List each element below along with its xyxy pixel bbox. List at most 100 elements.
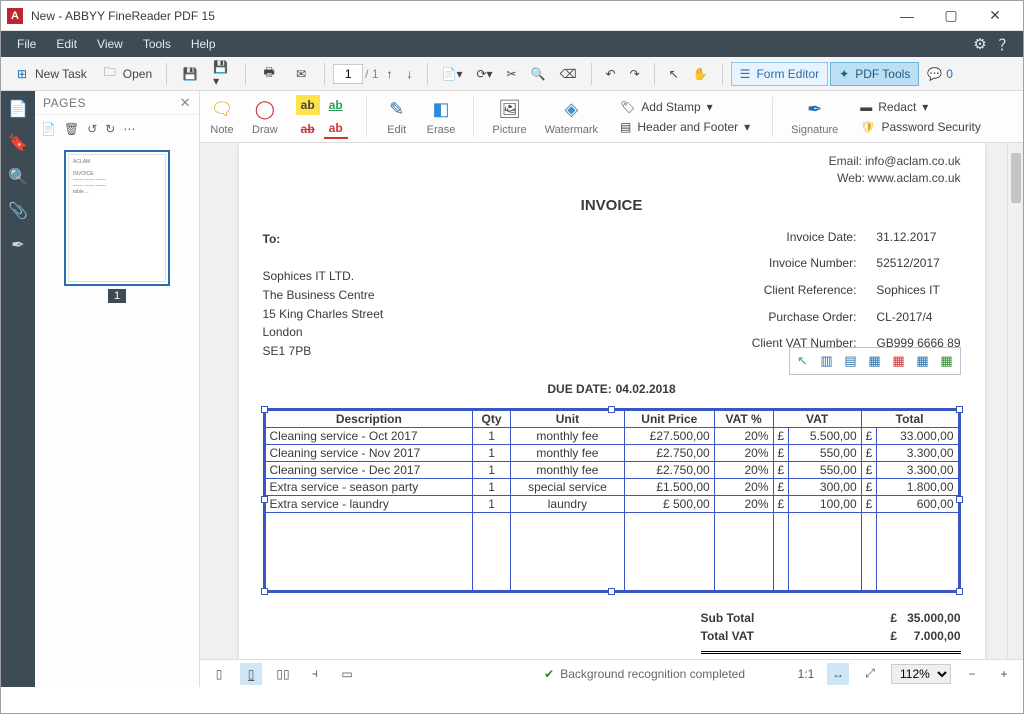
tt-analyze[interactable]: ▦ — [936, 350, 958, 372]
arrow-up-icon: ↑ — [387, 67, 393, 81]
resize-handle[interactable] — [956, 588, 963, 595]
resize-handle[interactable] — [608, 406, 615, 413]
note-tool[interactable]: 🗨 Note — [210, 98, 234, 136]
table-row: Cleaning service - Nov 20171monthly fee£… — [265, 444, 958, 461]
page-add-mini-icon[interactable]: 📄 — [41, 122, 56, 136]
delete-page-button[interactable]: ⌫ — [554, 63, 583, 85]
strikeout-tool[interactable]: ab — [296, 119, 320, 139]
pages-panel-close[interactable]: ✕ — [180, 95, 191, 111]
folder-icon: 🗀 — [101, 65, 119, 83]
zoom-in[interactable]: + — [993, 663, 1015, 685]
redo-button[interactable]: ↷ — [624, 63, 646, 85]
page-down-button[interactable]: ↓ — [401, 63, 419, 85]
window-close-button[interactable]: ✕ — [973, 1, 1017, 31]
zoom-select[interactable]: 112% — [891, 664, 951, 684]
page-x-icon: ⌫ — [560, 67, 577, 81]
actual-size[interactable]: 1:1 — [795, 663, 817, 685]
fit-page[interactable]: ⤢ — [859, 663, 881, 685]
recognize-button[interactable]: 🔍 — [525, 63, 552, 85]
menu-file[interactable]: File — [7, 33, 46, 55]
add-stamp-button[interactable]: 🏷Add Stamp▾ — [616, 98, 754, 116]
new-task-button[interactable]: ⊞ New Task — [7, 61, 93, 87]
picture-tool[interactable]: 🖼 Picture — [492, 98, 526, 136]
zoom-out[interactable]: − — [961, 663, 983, 685]
email-icon: ✉ — [292, 65, 310, 83]
save-as-button[interactable]: 💾▾ — [207, 61, 237, 87]
more-icon[interactable]: ⋯ — [123, 122, 135, 136]
rotate-right-icon[interactable]: ↻ — [105, 122, 115, 136]
underline-tool[interactable]: ab — [324, 95, 348, 115]
view-presentation[interactable]: ▭ — [336, 663, 358, 685]
crop-button[interactable]: ✂ — [501, 63, 523, 85]
page-number-input[interactable] — [333, 64, 363, 84]
window-maximize-button[interactable]: ▢ — [929, 1, 973, 31]
pdf-tools-button[interactable]: ✦ PDF Tools — [830, 62, 919, 86]
chevron-down-icon: ▾ — [922, 100, 928, 114]
resize-handle[interactable] — [261, 406, 268, 413]
page-delete-mini-icon[interactable]: 🗑 — [64, 122, 79, 136]
resize-handle[interactable] — [956, 406, 963, 413]
resize-handle[interactable] — [261, 588, 268, 595]
pages-mini-toolbar: 📄 🗑 ↺ ↻ ⋯ — [35, 115, 199, 143]
hand-tool[interactable]: ✋ — [687, 63, 714, 85]
tt-grid[interactable]: ▦ — [912, 350, 934, 372]
window-minimize-button[interactable]: — — [885, 1, 929, 31]
watermark-tool[interactable]: ◈ Watermark — [545, 98, 598, 136]
erase-tool[interactable]: ◧ Erase — [427, 98, 456, 136]
page-up-button[interactable]: ↑ — [381, 63, 399, 85]
menu-tools[interactable]: Tools — [133, 33, 181, 55]
view-two-page[interactable]: ▯▯ — [272, 663, 294, 685]
insert-text-tool[interactable]: ab — [324, 119, 348, 139]
save-button[interactable]: 💾 — [175, 61, 205, 87]
undo-button[interactable]: ↶ — [600, 63, 622, 85]
pointer-tool[interactable]: ↖ — [663, 63, 685, 85]
add-page-button[interactable]: 📄▾ — [436, 63, 469, 85]
fit-width[interactable]: ↔ — [827, 663, 849, 685]
sidebtn-search[interactable]: 🔍 — [6, 165, 30, 189]
draw-tool[interactable]: ◯ Draw — [252, 98, 278, 136]
edit-tool[interactable]: ✎ Edit — [385, 98, 409, 136]
resize-handle[interactable] — [956, 496, 963, 503]
resize-handle[interactable] — [261, 496, 268, 503]
redact-button[interactable]: ▬Redact▾ — [856, 98, 985, 116]
invoice-heading: INVOICE — [263, 197, 961, 214]
print-button[interactable]: 🖶 — [254, 61, 284, 87]
tt-split-h[interactable]: ▤ — [840, 350, 862, 372]
email-button[interactable]: ✉ — [286, 61, 316, 87]
gear-icon[interactable]: ⚙ — [969, 33, 991, 55]
page-thumbnail[interactable]: ACLAMINVOICE—— —— ———— —— ——table… — [65, 151, 169, 285]
rotate-button[interactable]: ⟳▾ — [470, 63, 498, 85]
highlight-tool[interactable]: ab — [296, 95, 320, 115]
menu-help[interactable]: Help — [181, 33, 226, 55]
sidebtn-attachments[interactable]: 📎 — [6, 199, 30, 223]
sidebtn-bookmarks[interactable]: 🔖 — [6, 131, 30, 155]
help-icon[interactable]: ？ — [995, 33, 1017, 55]
form-editor-button[interactable]: ☰ Form Editor — [731, 62, 828, 86]
tt-split-v[interactable]: ▥ — [816, 350, 838, 372]
scrollbar-thumb[interactable] — [1011, 153, 1021, 203]
open-button[interactable]: 🗀 Open — [95, 61, 158, 87]
sidebtn-signatures[interactable]: ✒ — [6, 233, 30, 257]
stamp-icon: 🏷 — [620, 100, 635, 114]
check-icon: ✔ — [544, 667, 554, 681]
rotate-left-icon[interactable]: ↺ — [87, 122, 97, 136]
vertical-scrollbar[interactable] — [1007, 143, 1023, 659]
shield-icon: 🛡 — [860, 120, 875, 134]
password-security-button[interactable]: 🛡Password Security — [856, 118, 985, 136]
table-area-selection[interactable]: DescriptionQtyUnit Unit PriceVAT % VATTo… — [263, 408, 961, 593]
redo-icon: ↷ — [630, 67, 640, 81]
view-two-continuous[interactable]: ⫞ — [304, 663, 326, 685]
sidebtn-pages[interactable]: 📄 — [6, 97, 30, 121]
signature-tool[interactable]: ✒ Signature — [791, 98, 838, 136]
tt-cursor[interactable]: ↖ — [792, 350, 814, 372]
tt-merge[interactable]: ▦ — [864, 350, 886, 372]
menu-view[interactable]: View — [87, 33, 133, 55]
resize-handle[interactable] — [608, 588, 615, 595]
header-footer-button[interactable]: ▤Header and Footer▾ — [616, 118, 754, 136]
menu-edit[interactable]: Edit — [46, 33, 87, 55]
view-single-page[interactable]: ▯ — [208, 663, 230, 685]
tt-delete[interactable]: ▦ — [888, 350, 910, 372]
document-canvas[interactable]: Email: info@aclam.co.uk Web: www.aclam.c… — [200, 143, 1023, 687]
comments-button[interactable]: 💬 0 — [921, 63, 959, 85]
view-continuous[interactable]: ▯̲ — [240, 663, 262, 685]
